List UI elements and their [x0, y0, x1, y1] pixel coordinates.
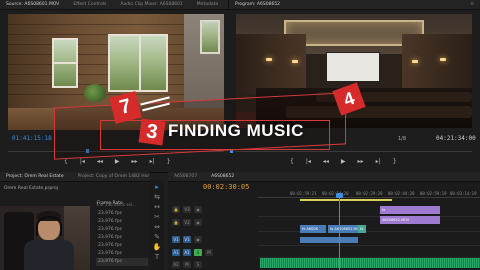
- window-center: [108, 34, 168, 92]
- timeline-playhead[interactable]: [339, 195, 340, 270]
- lock-icon[interactable]: 🔒: [172, 219, 180, 226]
- overlay-title: FINDING MUSIC: [168, 121, 304, 140]
- lock-icon[interactable]: 🔒: [172, 206, 180, 213]
- ripple-edit-tool-icon[interactable]: ↔: [154, 204, 160, 211]
- track-label-a2[interactable]: A2: [172, 261, 180, 268]
- mute-button[interactable]: M: [183, 261, 191, 268]
- program-step-back-button[interactable]: ◂◂: [323, 158, 329, 165]
- program-mark-out-button[interactable]: }: [393, 158, 397, 165]
- eye-icon[interactable]: ◉: [194, 206, 202, 213]
- program-play-button[interactable]: ▶: [341, 158, 346, 165]
- program-scrubber[interactable]: [236, 151, 472, 152]
- list-item[interactable]: 23.976 fps: [96, 242, 148, 250]
- number-tile-3: 3: [138, 118, 166, 146]
- source-timecode[interactable]: 01:41:15:18: [12, 135, 52, 142]
- eye-icon[interactable]: ◉: [194, 236, 202, 243]
- go-to-out-button[interactable]: ▸|: [150, 158, 155, 165]
- ruler-tick-label: 00:02:59:19: [420, 191, 447, 196]
- ruler-tick-label: 00:02:44:20: [388, 191, 415, 196]
- tools-panel: ▸ ⇆ ↔ ✂ ⇔ ✎ ✋ T: [150, 180, 164, 270]
- clip-v2[interactable]: A6S08652.MOV: [380, 216, 440, 224]
- window-right: [200, 20, 220, 54]
- program-step-forward-button[interactable]: ▸▸: [358, 158, 364, 165]
- mute-button[interactable]: M: [205, 249, 213, 256]
- source-patch-v1[interactable]: V1: [172, 236, 180, 243]
- track-label-v2[interactable]: V2: [183, 219, 191, 226]
- track-select-tool-icon[interactable]: ⇆: [154, 194, 160, 201]
- ruler-tick-label: 00:02:29:20: [356, 191, 383, 196]
- track-header-v2: 🔒 V2 ◉: [172, 218, 256, 227]
- frame-rate-column: 23.976 fps 23.976 fps 23.976 fps 23.976 …: [96, 210, 148, 266]
- tab-metadata[interactable]: Metadata: [197, 2, 218, 7]
- program-go-to-in-button[interactable]: |◂: [306, 158, 311, 165]
- eye-icon[interactable]: ◉: [194, 219, 202, 226]
- source-panel-tabs: Source: A6S08601.MOV Effect Controls Aud…: [0, 0, 228, 10]
- source-patch-a1[interactable]: A1: [172, 249, 180, 256]
- selection-tool-icon[interactable]: ▸: [155, 184, 159, 191]
- sequence-panel-tabs: A6S08707 A6S08652: [168, 172, 480, 182]
- track-header-a2: A2 M S: [172, 260, 256, 269]
- mark-out-button[interactable]: }: [167, 158, 171, 165]
- slip-tool-icon[interactable]: ⇔: [154, 224, 160, 231]
- hand-tool-icon[interactable]: ✋: [153, 244, 162, 251]
- theater-screen: [326, 52, 380, 82]
- headphones-icon: [36, 216, 62, 236]
- track-label-a1[interactable]: A1: [183, 249, 191, 256]
- tab-project-orem[interactable]: Project: Orem Real Estate: [6, 174, 64, 179]
- clip-v3[interactable]: fx: [380, 206, 440, 214]
- program-zoom-select[interactable]: 1/8: [398, 136, 406, 142]
- tab-sequence-a6s08707[interactable]: A6S08707: [174, 174, 197, 179]
- program-transport: { |◂ ◂◂ ▶ ▸▸ ▸| }: [290, 158, 396, 165]
- clip-v1-b[interactable]: fx A6S08652.MOV: [328, 225, 358, 233]
- webcam-overlay: [0, 206, 90, 270]
- plant: [84, 84, 106, 102]
- play-button[interactable]: ▶: [115, 158, 120, 165]
- window-left: [52, 38, 78, 88]
- panel-menu-icon[interactable]: ≡: [470, 2, 474, 7]
- list-item[interactable]: 23.976 fps: [96, 210, 148, 218]
- go-to-in-button[interactable]: |◂: [80, 158, 85, 165]
- work-area-bar[interactable]: [300, 199, 392, 201]
- project-file-name: Orem Real Estate.prproj: [4, 186, 58, 191]
- tab-sequence-a6s08652[interactable]: A6S08652: [211, 174, 234, 179]
- clip-v1-lower[interactable]: [300, 237, 358, 243]
- program-go-to-out-button[interactable]: ▸|: [376, 158, 381, 165]
- track-header-v1: V1 V1 ◉: [172, 235, 256, 244]
- audio-clip-a2[interactable]: [260, 258, 480, 268]
- solo-button[interactable]: S: [194, 249, 202, 256]
- track-label-v3[interactable]: V3: [183, 206, 191, 213]
- list-item-selected[interactable]: 23.976 fps: [96, 258, 148, 266]
- track-header-v3: 🔒 V3 ◉: [172, 205, 256, 214]
- clip-v1-a[interactable]: fx A6S08: [300, 225, 326, 233]
- type-tool-icon[interactable]: T: [155, 254, 159, 261]
- tab-program[interactable]: Program: A6S08652: [235, 2, 280, 7]
- razor-tool-icon[interactable]: ✂: [154, 214, 160, 221]
- tab-effect-controls[interactable]: Effect Controls: [73, 2, 106, 7]
- tab-source[interactable]: Source: A6S08601.MOV: [6, 2, 59, 7]
- frame-rate-header[interactable]: Frame Rate: [97, 201, 123, 206]
- source-transport: { |◂ ◂◂ ▶ ▸▸ ▸| }: [64, 158, 170, 165]
- list-item[interactable]: 23.976 fps: [96, 218, 148, 226]
- solo-button[interactable]: S: [194, 261, 202, 268]
- list-item[interactable]: 23.976 fps: [96, 250, 148, 258]
- step-forward-button[interactable]: ▸▸: [132, 158, 138, 165]
- program-panel-tabs: Program: A6S08652 ≡: [228, 0, 480, 10]
- timeline-ruler[interactable]: [258, 197, 480, 198]
- program-mark-in-button[interactable]: {: [290, 158, 294, 165]
- ruler-tick-label: 00:01:59:21: [290, 191, 317, 196]
- track-header-a1: A1 A1 S M: [172, 248, 256, 257]
- list-item[interactable]: 23.976 fps: [96, 234, 148, 242]
- tab-project-copy[interactable]: Project: Copy of Orem 1482 Hor: [78, 174, 150, 179]
- project-panel-tabs: Project: Orem Real Estate Project: Copy …: [0, 172, 150, 182]
- pen-tool-icon[interactable]: ✎: [154, 234, 160, 241]
- step-back-button[interactable]: ◂◂: [97, 158, 103, 165]
- tab-audio-clip-mixer[interactable]: Audio Clip Mixer: A6S08601: [120, 2, 182, 7]
- program-timecode[interactable]: 04:21:34:00: [436, 135, 476, 142]
- track-label-v1[interactable]: V1: [183, 236, 191, 243]
- list-item[interactable]: 23.976 fps: [96, 226, 148, 234]
- sequence-timecode[interactable]: 00:02:30:05: [203, 183, 249, 191]
- ruler-tick-label: 00:03:14:19: [450, 191, 477, 196]
- clip-v1-c[interactable]: fx: [358, 225, 366, 233]
